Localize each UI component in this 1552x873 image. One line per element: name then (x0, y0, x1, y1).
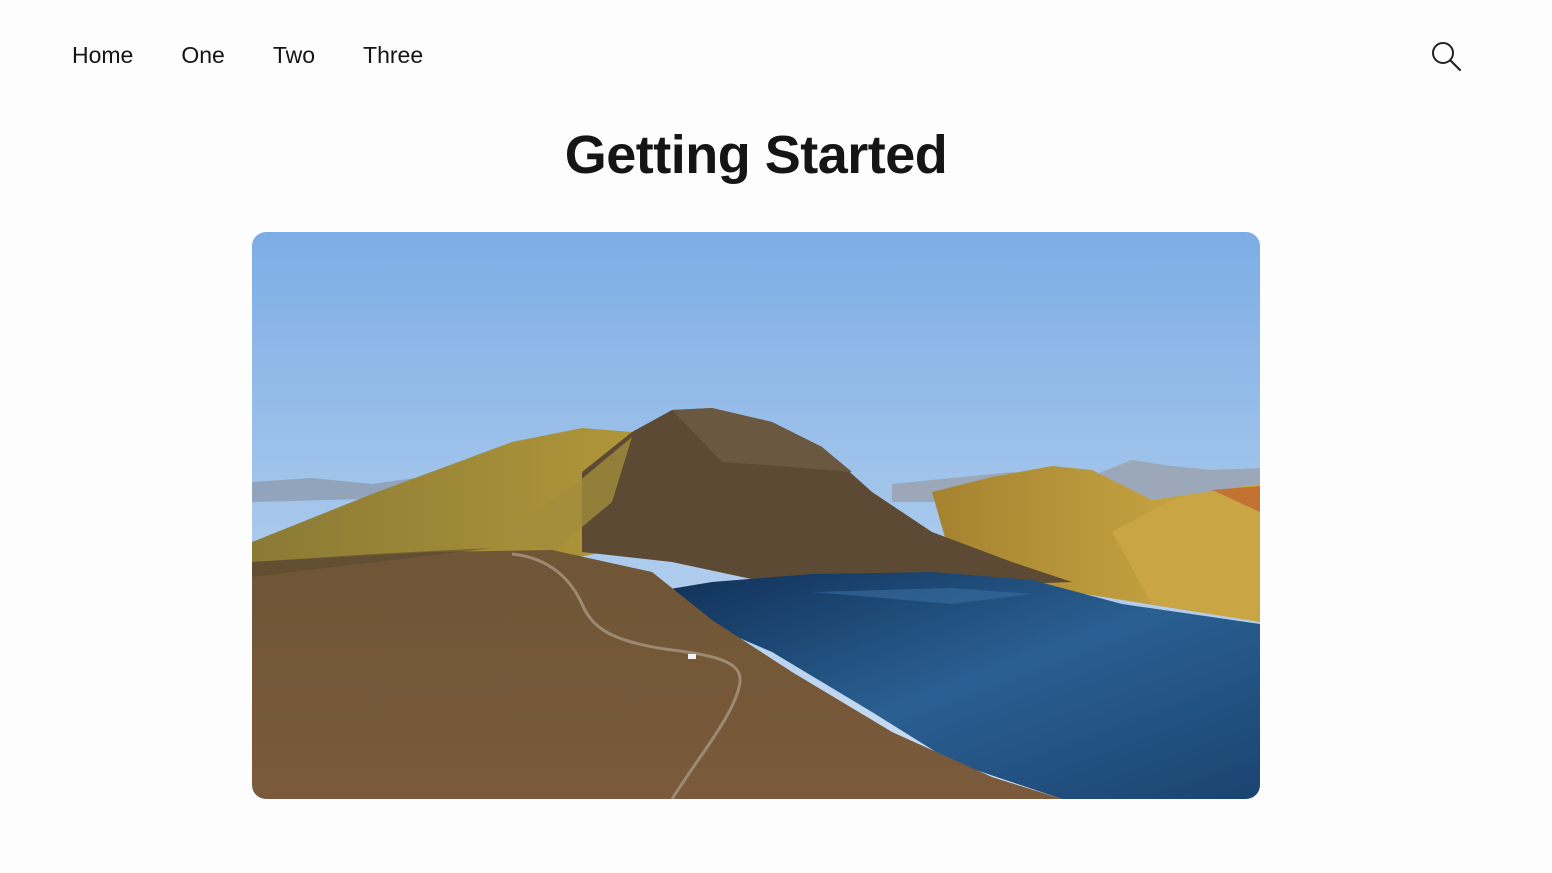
landscape-illustration (252, 232, 1260, 799)
nav-link-three[interactable]: Three (363, 40, 423, 70)
featured-image (252, 232, 1260, 799)
page-title: Getting Started (564, 125, 948, 185)
nav-link-two[interactable]: Two (273, 40, 315, 70)
nav-link-one[interactable]: One (181, 40, 224, 70)
main-navigation: Home One Two Three (72, 40, 423, 70)
search-button[interactable] (1428, 38, 1464, 74)
search-icon (1432, 42, 1462, 72)
nav-link-home[interactable]: Home (72, 40, 133, 70)
site-header: Home One Two Three (0, 0, 1552, 110)
